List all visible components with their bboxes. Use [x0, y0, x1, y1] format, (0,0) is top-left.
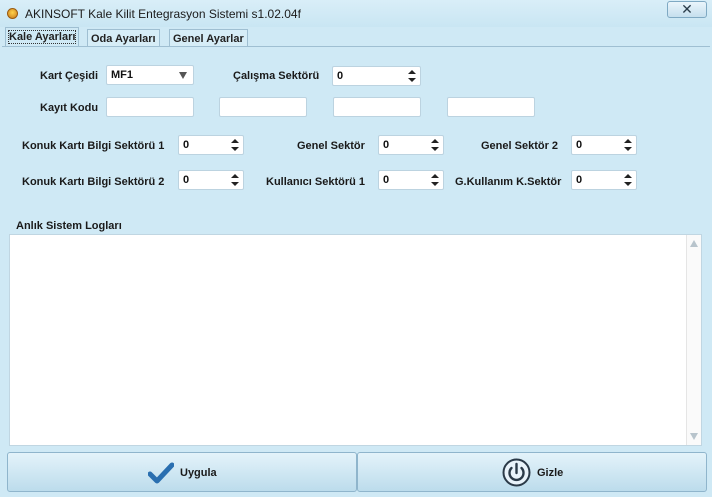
konuk-karti-2-label: Konuk Kartı Bilgi Sektörü 2 — [22, 176, 165, 188]
konuk-karti-1-stepper[interactable]: 0 — [178, 135, 244, 155]
close-button[interactable]: ✕ — [667, 1, 707, 18]
tab-genel-ayarlar[interactable]: Genel Ayarlar — [169, 29, 248, 47]
spin-down-icon[interactable] — [231, 182, 239, 186]
app-window: AKINSOFT Kale Kilit Entegrasyon Sistemi … — [0, 0, 712, 497]
spin-down-icon[interactable] — [624, 182, 632, 186]
tab-oda-ayarlari[interactable]: Oda Ayarları — [87, 29, 160, 47]
kullanici-sektoru-label: Kullanıcı Sektörü 1 — [266, 176, 366, 188]
genel-sektor-2-stepper[interactable]: 0 — [571, 135, 637, 155]
genel-sektor-stepper[interactable]: 0 — [378, 135, 444, 155]
kullanici-sektoru-stepper[interactable]: 0 — [378, 170, 444, 190]
spin-down-icon[interactable] — [431, 182, 439, 186]
power-icon — [502, 458, 531, 487]
title-bar: AKINSOFT Kale Kilit Entegrasyon Sistemi … — [0, 0, 712, 27]
konuk-karti-2-stepper[interactable]: 0 — [178, 170, 244, 190]
konuk-karti-1-label: Konuk Kartı Bilgi Sektörü 1 — [22, 140, 165, 152]
g-kullanim-label: G.Kullanım K.Sektör — [455, 176, 562, 188]
genel-sektor-2-label: Genel Sektör 2 — [481, 140, 559, 152]
spin-down-icon[interactable] — [624, 147, 632, 151]
chevron-down-icon — [179, 72, 187, 79]
g-kullanim-stepper[interactable]: 0 — [571, 170, 637, 190]
spin-up-icon[interactable] — [408, 70, 416, 74]
spin-up-icon[interactable] — [624, 174, 632, 178]
spin-up-icon[interactable] — [231, 174, 239, 178]
tab-kale-ayarlari[interactable]: Kale Ayarları — [5, 27, 80, 47]
kayit-kodu-field-1[interactable] — [106, 97, 194, 117]
spin-down-icon[interactable] — [231, 147, 239, 151]
scroll-up-icon[interactable] — [690, 240, 698, 247]
apply-button[interactable]: Uygula — [7, 452, 357, 492]
genel-sektor-label: Genel Sektör — [297, 140, 365, 152]
kayit-kodu-field-4[interactable] — [447, 97, 535, 117]
kart-cesidi-select[interactable]: MF1 — [106, 65, 194, 85]
spin-up-icon[interactable] — [624, 139, 632, 143]
scroll-down-icon[interactable] — [690, 433, 698, 440]
kayit-kodu-field-2[interactable] — [219, 97, 307, 117]
calisma-sektoru-label: Çalışma Sektörü — [233, 70, 320, 82]
app-logo-icon — [7, 8, 18, 19]
spin-down-icon[interactable] — [431, 147, 439, 151]
checkmark-icon — [148, 462, 174, 484]
kart-cesidi-label: Kart Çeşidi — [40, 70, 99, 82]
kayit-kodu-field-3[interactable] — [333, 97, 421, 117]
kayit-kodu-label: Kayıt Kodu — [40, 102, 99, 114]
log-textarea[interactable] — [9, 234, 702, 446]
hide-button[interactable]: Gizle — [357, 452, 707, 492]
calisma-sektoru-stepper[interactable]: 0 — [332, 66, 421, 86]
spin-up-icon[interactable] — [231, 139, 239, 143]
spin-down-icon[interactable] — [408, 78, 416, 82]
spin-up-icon[interactable] — [431, 139, 439, 143]
close-icon: ✕ — [681, 1, 693, 17]
logs-label: Anlık Sistem Logları — [16, 220, 122, 232]
log-scrollbar[interactable] — [686, 235, 701, 445]
window-title: AKINSOFT Kale Kilit Entegrasyon Sistemi … — [25, 7, 301, 21]
spin-up-icon[interactable] — [431, 174, 439, 178]
